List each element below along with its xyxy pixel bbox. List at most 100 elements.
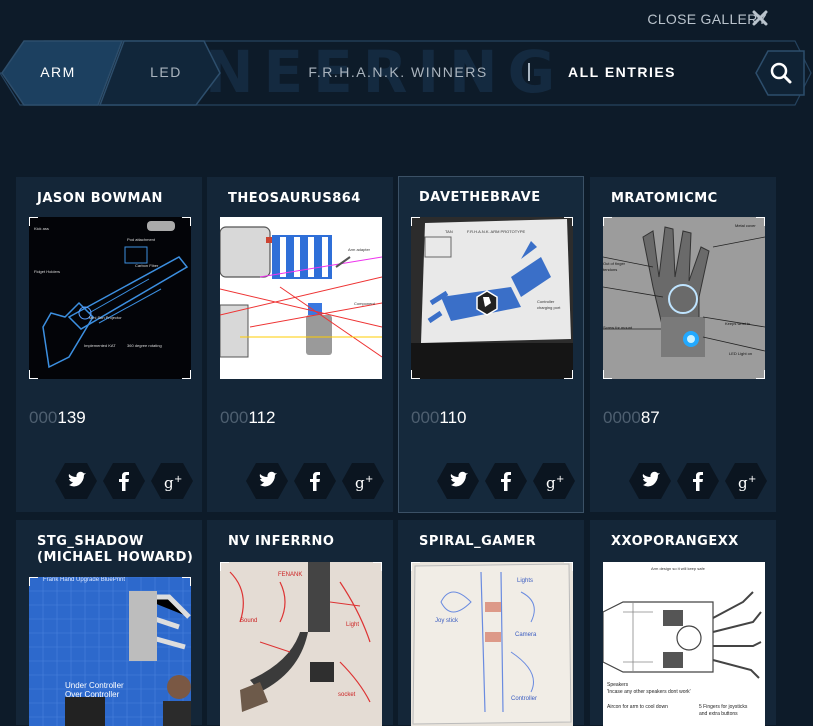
entry-thumbnail[interactable]: TAN F.R.H.A.N.K. ARM PROTOTYPE Controlle…	[411, 217, 573, 379]
thumb-text: Implemented KAT	[84, 343, 116, 348]
thumb-text: Mini Sun Projector	[89, 315, 122, 320]
twitter-icon[interactable]	[245, 461, 289, 501]
google-plus-icon[interactable]: g +	[532, 461, 576, 501]
google-plus-icon[interactable]: g +	[150, 461, 194, 501]
thumb-text: Screw for mount	[603, 325, 633, 330]
thumb-text: Speakers	[607, 682, 629, 688]
facebook-icon[interactable]	[676, 461, 720, 501]
nav-separator	[528, 63, 530, 81]
entry-thumbnail[interactable]: Arm design so it will keep safe Speakers…	[603, 562, 765, 726]
entry-thumbnail[interactable]: Arm adapter Component	[220, 217, 382, 379]
svg-text:g: g	[355, 474, 365, 492]
thumb-text: 'Incase any other speakers dont work'	[607, 689, 691, 695]
entry-card[interactable]: SPIRAL_GAMER Joy stick Lights Camera Con…	[398, 520, 584, 726]
entry-card[interactable]: NV INFERRNO FENANK Sound Light socket	[207, 520, 393, 726]
svg-text:+: +	[748, 474, 756, 485]
tab-all-entries[interactable]: ALL ENTRIES	[556, 48, 688, 96]
thumb-text: tendons	[603, 267, 618, 272]
entry-name: XXOPORANGEXX	[611, 534, 739, 549]
close-gallery-label[interactable]: CLOSE GALLERY	[647, 11, 767, 27]
entry-name: DAVETHEBRAVE	[419, 190, 541, 205]
corner-mark	[411, 370, 420, 379]
entry-name: THEOSAURUS864	[228, 191, 361, 206]
thumb-text: TAN	[445, 229, 453, 234]
thumb-text: Light	[346, 622, 360, 628]
entry-card[interactable]: JASON BOWMAN Kick ass Fidget Holders Pod…	[16, 177, 202, 512]
corner-mark	[182, 370, 191, 379]
thumb-text: LED Light on	[729, 351, 753, 356]
svg-text:g: g	[546, 474, 556, 492]
facebook-icon[interactable]	[293, 461, 337, 501]
corner-mark	[603, 370, 612, 379]
thumb-text: Under Controller	[65, 681, 124, 690]
close-icon[interactable]	[751, 9, 769, 27]
corner-mark	[756, 370, 765, 379]
entry-name: NV INFERRNO	[228, 534, 335, 549]
entry-thumbnail[interactable]: Metal cover Out of finger tendons Keeps …	[603, 217, 765, 379]
google-plus-icon[interactable]: g +	[341, 461, 385, 501]
entry-thumbnail[interactable]: Joy stick Lights Camera Controller	[411, 562, 573, 726]
thumb-text: Over Controller	[65, 690, 120, 699]
twitter-icon[interactable]	[54, 461, 98, 501]
thumb-text: 5 Fingers for joysticks	[699, 704, 748, 710]
svg-text:+: +	[556, 474, 564, 485]
corner-mark	[373, 370, 382, 379]
svg-text:+: +	[174, 474, 182, 485]
corner-mark	[603, 562, 612, 571]
tab-led[interactable]: LED	[128, 48, 204, 96]
thumb-text: Controller	[511, 696, 538, 702]
thumb-text: Aircon for arm to cool down	[607, 704, 668, 710]
entry-thumbnail[interactable]: FENANK Sound Light socket	[220, 562, 382, 726]
entry-card[interactable]: XXOPORANGEXX Arm design so it will keep …	[590, 520, 776, 726]
entry-thumbnail[interactable]: Kick ass Fidget Holders Pod attachment C…	[29, 217, 191, 379]
entry-card[interactable]: STG_SHADOW (MICHAEL HOWARD) Frank Hand U…	[16, 520, 202, 726]
entry-thumbnail[interactable]: Frank Hand Upgrade BluePrint Under Contr…	[29, 577, 191, 726]
corner-mark	[220, 217, 229, 226]
corner-mark	[756, 217, 765, 226]
search-icon[interactable]	[754, 50, 806, 96]
twitter-icon[interactable]	[436, 461, 480, 501]
thumb-text: Camera	[515, 632, 537, 638]
corner-mark	[373, 562, 382, 571]
thumb-text: Keeps wrist in	[725, 321, 750, 326]
entry-name: MRATOMICMC	[611, 191, 718, 206]
vote-count: 000087	[603, 408, 660, 427]
thumb-text: Arm design so it will keep safe	[651, 566, 705, 571]
corner-mark	[29, 217, 38, 226]
thumb-text: charging port	[537, 305, 561, 310]
google-plus-icon[interactable]: g +	[724, 461, 768, 501]
tab-arm[interactable]: ARM	[22, 48, 94, 96]
svg-text:+: +	[365, 474, 373, 485]
twitter-icon[interactable]	[628, 461, 672, 501]
entry-card[interactable]: DAVETHEBRAVE TAN F.R.H.A.N.K. ARM PROTOT…	[398, 176, 584, 513]
top-bar: CLOSE GALLERY	[0, 0, 813, 36]
corner-mark	[220, 562, 229, 571]
vote-count: 000112	[220, 408, 276, 427]
thumb-text: Component	[354, 301, 375, 306]
corner-mark	[564, 370, 573, 379]
entry-card[interactable]: THEOSAURUS864 Arm adapter Component 0001…	[207, 177, 393, 512]
thumb-text: Lights	[517, 578, 534, 584]
thumb-text: Joy stick	[435, 618, 459, 624]
entry-name: SPIRAL_GAMER	[419, 534, 537, 549]
thumb-text: Kick ass	[34, 226, 49, 231]
entry-name: STG_SHADOW (MICHAEL HOWARD)	[37, 534, 194, 565]
thumb-text: Out of finger	[603, 261, 626, 266]
facebook-icon[interactable]	[484, 461, 528, 501]
thumb-text: Fidget Holders	[34, 269, 61, 274]
thumb-text: 360 degree rotating	[127, 343, 162, 348]
svg-text:g: g	[738, 474, 748, 492]
corner-mark	[182, 217, 191, 226]
facebook-icon[interactable]	[102, 461, 146, 501]
vote-count: 000139	[29, 408, 86, 427]
vote-count: 000110	[411, 408, 467, 427]
entry-name: JASON BOWMAN	[37, 191, 163, 206]
thumb-text: F.R.H.A.N.K. ARM PROTOTYPE	[467, 229, 526, 234]
corner-mark	[29, 370, 38, 379]
corner-mark	[564, 217, 573, 226]
corner-mark	[220, 370, 229, 379]
entry-card[interactable]: MRATOMICMC Metal cover Out of finger ten…	[590, 177, 776, 512]
thumb-text: Metal cover	[735, 223, 756, 228]
tab-frhank-winners[interactable]: F.R.H.A.N.K. WINNERS	[300, 48, 496, 96]
thumb-text: Arm adapter	[348, 247, 371, 252]
